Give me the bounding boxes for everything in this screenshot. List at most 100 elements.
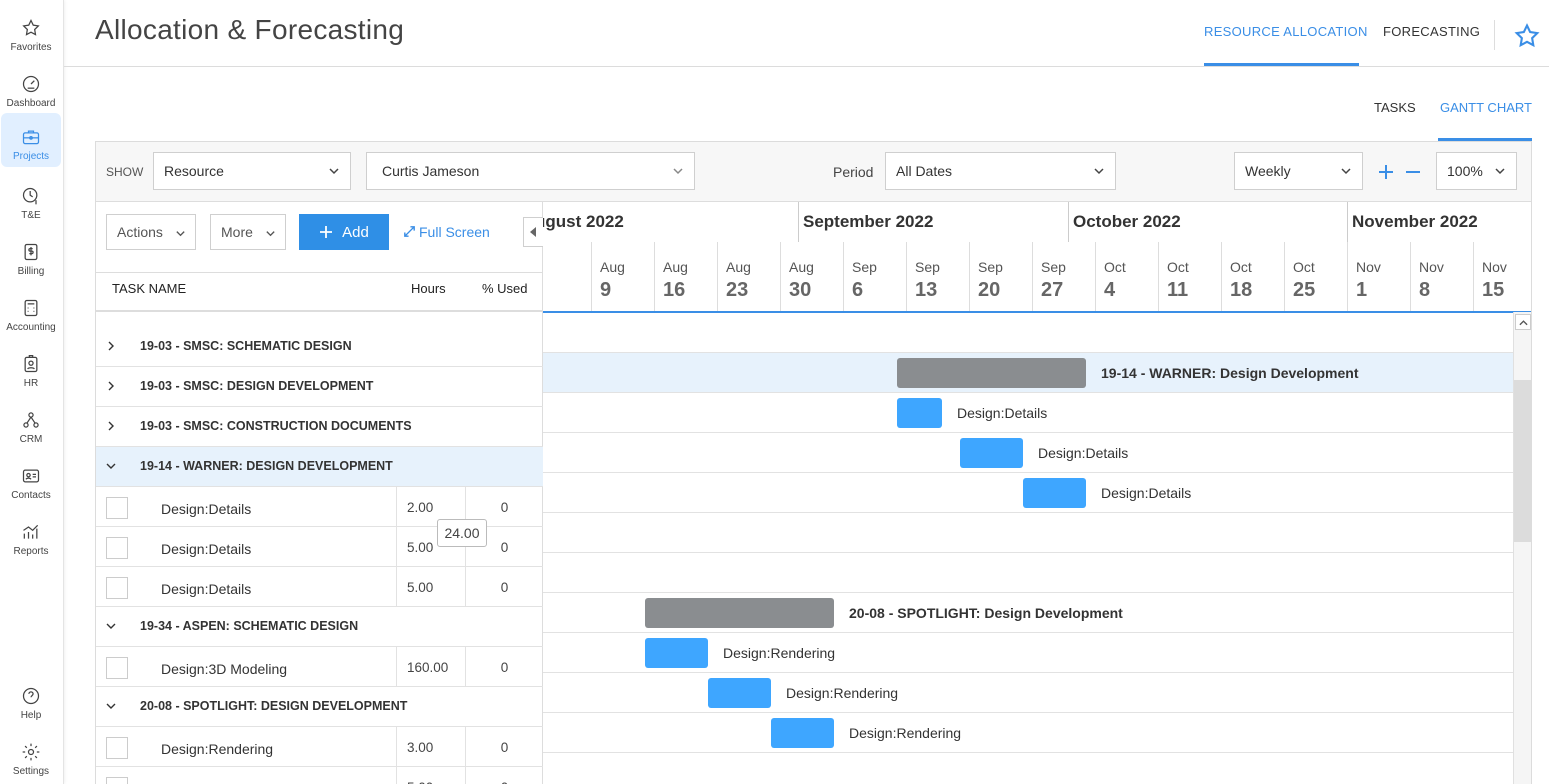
row-checkbox[interactable]	[106, 577, 128, 599]
nav-crm[interactable]: CRM	[1, 396, 61, 450]
row-checkbox[interactable]	[106, 777, 128, 784]
tab-tasks[interactable]: TASKS	[1374, 100, 1416, 115]
show-select[interactable]: Resource	[153, 152, 351, 190]
gauge-icon	[22, 75, 40, 93]
nav-billing[interactable]: Billing	[1, 228, 61, 282]
task-bar[interactable]	[897, 398, 942, 428]
row-checkbox[interactable]	[106, 737, 128, 759]
month-label: October 2022	[1073, 212, 1181, 231]
chevron-down-icon[interactable]	[106, 621, 116, 631]
nav-reports[interactable]: Reports	[1, 508, 61, 562]
col-used[interactable]: % Used	[482, 281, 528, 296]
chevron-right-icon[interactable]	[106, 421, 116, 431]
resource-select[interactable]: Curtis Jameson	[366, 152, 695, 190]
nav-contacts[interactable]: Contacts	[1, 452, 61, 506]
gantt-chart: ugust 2022 September 2022 October 2022 Nove…	[527, 202, 1531, 784]
task-bar[interactable]	[708, 678, 771, 708]
task-hours[interactable]: 5.00	[396, 567, 466, 607]
group-row[interactable]: 19-03 - SMSC: CONSTRUCTION DOCUMENTS	[96, 407, 543, 447]
week-month: Oct	[1293, 259, 1315, 275]
group-name: 19-03 - SMSC: CONSTRUCTION DOCUMENTS	[140, 419, 412, 433]
chevron-right-icon[interactable]	[106, 341, 116, 351]
page-title: Allocation & Forecasting	[95, 14, 405, 45]
period-select[interactable]: All Dates	[885, 152, 1116, 190]
week-month: Aug	[789, 259, 814, 275]
task-row[interactable]: Design:Details 5.00 0	[96, 567, 543, 607]
col-hours[interactable]: Hours	[411, 281, 446, 296]
row-checkbox[interactable]	[106, 497, 128, 519]
task-row[interactable]: Design:Rendering5.000	[96, 767, 543, 784]
full-screen-link[interactable]: Full Screen	[402, 224, 490, 240]
tab-gantt-chart[interactable]: GANTT CHART	[1440, 100, 1532, 115]
caret-left-icon	[530, 227, 536, 237]
task-bar[interactable]	[645, 638, 708, 668]
tab-forecasting[interactable]: FORECASTING	[1383, 24, 1480, 39]
summary-bar[interactable]	[897, 358, 1086, 388]
chevron-down-icon[interactable]	[106, 701, 116, 711]
nav-accounting[interactable]: Accounting	[1, 284, 61, 338]
task-bar[interactable]	[1023, 478, 1086, 508]
caret-up-icon	[1519, 320, 1528, 326]
gantt-row	[543, 713, 1513, 753]
week-column-header: Oct 4	[1095, 242, 1158, 312]
nav-hr[interactable]: HR	[1, 340, 61, 394]
zoom-in-icon[interactable]	[1377, 163, 1395, 181]
week-column-header: Oct 25	[1284, 242, 1347, 312]
summary-bar[interactable]	[645, 598, 834, 628]
month-label: ugust 2022	[535, 212, 624, 231]
task-row[interactable]: Design:Rendering 3.00 0	[96, 727, 543, 767]
task-row[interactable]: Design:3D Modeling 160.00 0	[96, 647, 543, 687]
group-row[interactable]: 19-34 - ASPEN: SCHEMATIC DESIGN	[96, 607, 543, 647]
nav-dashboard[interactable]: Dashboard	[1, 60, 61, 114]
row-checkbox[interactable]	[106, 657, 128, 679]
scroll-up-button[interactable]	[1515, 314, 1531, 330]
task-name: Design:Details	[161, 581, 252, 597]
col-task-name[interactable]: TASK NAME	[112, 281, 186, 296]
star-outline-icon	[22, 19, 40, 36]
nav-te[interactable]: T&E	[1, 172, 61, 226]
task-used[interactable]: 0	[466, 567, 543, 607]
task-used[interactable]: 0	[466, 767, 543, 784]
week-day: 30	[789, 279, 812, 301]
id-badge-icon	[24, 355, 38, 373]
gantt-scroll-thumb[interactable]	[1514, 380, 1531, 542]
task-hours[interactable]: 3.00	[396, 727, 466, 767]
nav-help[interactable]: Help	[1, 672, 61, 726]
zoom-out-icon[interactable]	[1404, 163, 1422, 181]
task-used[interactable]: 0	[466, 727, 543, 767]
chevron-right-icon[interactable]	[106, 381, 116, 391]
month-label: September 2022	[803, 212, 934, 231]
invoice-dollar-icon	[24, 243, 38, 261]
nav-favorites[interactable]: Favorites	[1, 4, 61, 58]
task-bar[interactable]	[771, 718, 834, 748]
nav-projects[interactable]: Projects	[1, 113, 61, 167]
more-button[interactable]: More	[210, 214, 286, 250]
week-month: Oct	[1104, 259, 1126, 275]
bar-label: 19-14 - WARNER: Design Development	[1101, 365, 1359, 381]
task-name: Design:Rendering	[161, 741, 274, 757]
week-column-header: Sep 6	[843, 242, 906, 312]
zoom-select[interactable]: 100%	[1436, 152, 1517, 190]
week-month: Sep	[978, 259, 1003, 275]
group-row[interactable]: 19-03 - SMSC: SCHEMATIC DESIGN	[96, 327, 543, 367]
nav-settings[interactable]: Settings	[1, 728, 61, 782]
bar-label: 20-08 - SPOTLIGHT: Design Development	[849, 605, 1123, 621]
bar-label: Design:Details	[1038, 445, 1129, 461]
task-bar[interactable]	[960, 438, 1023, 468]
chevron-down-icon[interactable]	[106, 461, 116, 471]
task-hours[interactable]: 160.00	[396, 647, 466, 687]
group-row[interactable]: 20-08 - SPOTLIGHT: DESIGN DEVELOPMENT	[96, 687, 543, 727]
tab-resource-allocation[interactable]: RESOURCE ALLOCATION	[1204, 24, 1368, 39]
row-checkbox[interactable]	[106, 537, 128, 559]
add-button[interactable]: Add	[299, 214, 389, 250]
actions-button[interactable]: Actions	[106, 214, 196, 250]
week-column-header: Nov 1	[1347, 242, 1410, 312]
task-used[interactable]: 0	[466, 647, 543, 687]
group-row[interactable]: 19-03 - SMSC: DESIGN DEVELOPMENT	[96, 367, 543, 407]
task-name: Design:Details	[161, 541, 252, 557]
scale-select[interactable]: Weekly	[1234, 152, 1363, 190]
group-row[interactable]: 19-14 - WARNER: DESIGN DEVELOPMENT	[96, 447, 543, 487]
collapse-pane-tab[interactable]	[523, 217, 543, 247]
task-hours[interactable]: 5.00	[396, 767, 466, 784]
favorite-star-icon[interactable]	[1513, 22, 1541, 50]
